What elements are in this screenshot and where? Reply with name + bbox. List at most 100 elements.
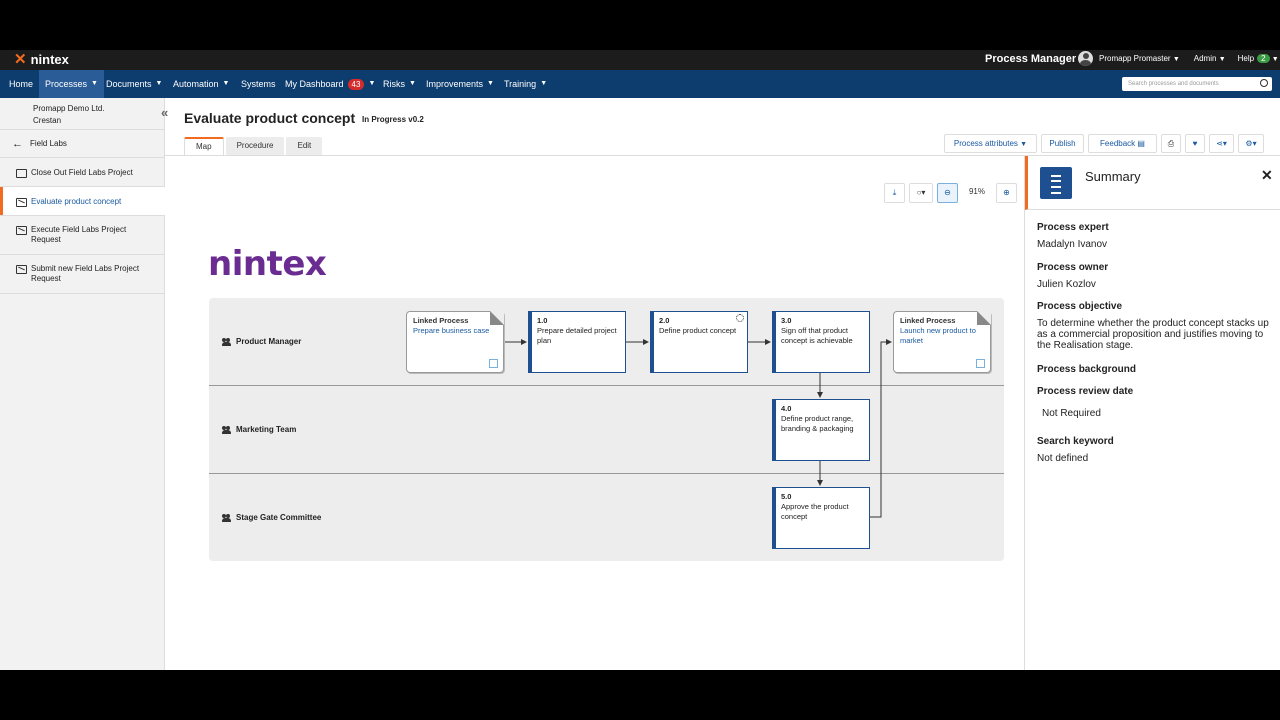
nav-dashboard[interactable]: My Dashboard 43 ▼ bbox=[285, 70, 375, 98]
tab-procedure[interactable]: Procedure bbox=[225, 137, 285, 155]
step-3[interactable]: 3.0 Sign off that product concept is ach… bbox=[772, 311, 870, 373]
org-name: Promapp Demo Ltd. Crestan bbox=[33, 103, 105, 127]
feedback-button[interactable]: Feedback ▤ bbox=[1088, 134, 1157, 153]
sidebar-item-evaluate[interactable]: Evaluate product concept bbox=[0, 187, 165, 216]
process-objective-value: To determine whether the product concept… bbox=[1037, 318, 1269, 351]
process-review-label: Process review date bbox=[1037, 386, 1134, 397]
user-name: Promapp Promaster bbox=[1099, 54, 1171, 63]
automation-gear-icon bbox=[736, 314, 744, 322]
printer-icon: ⎙ bbox=[1167, 139, 1175, 148]
close-icon[interactable]: ✕ bbox=[1261, 167, 1273, 184]
nintex-x-icon: ✕ bbox=[14, 50, 27, 68]
step-text: Define product concept bbox=[659, 326, 737, 335]
dashboard-count-badge: 43 bbox=[347, 78, 365, 90]
share-icon: ⋖▾ bbox=[1216, 139, 1227, 148]
sidebar-item-label: Evaluate product concept bbox=[31, 197, 122, 206]
step-4[interactable]: 4.0 Define product range, branding & pac… bbox=[772, 399, 870, 461]
linked-process-link[interactable]: Launch new product to market bbox=[900, 326, 984, 346]
nav-improvements[interactable]: Improvements ▼ bbox=[426, 70, 494, 98]
share-button[interactable]: ⋖▾ bbox=[1209, 134, 1234, 153]
collapse-sidebar-icon[interactable]: « bbox=[161, 105, 168, 120]
summary-panel: Summary ✕ Process expert Madalyn Ivanov … bbox=[1024, 156, 1280, 670]
admin-menu[interactable]: Admin ▼ bbox=[1194, 54, 1226, 63]
help-menu[interactable]: Help 2 ▼ bbox=[1238, 54, 1279, 63]
brand-name: nintex bbox=[30, 52, 69, 67]
lane-stage-gate: Stage Gate Committee bbox=[222, 513, 321, 522]
favorite-button[interactable]: ♥ bbox=[1185, 134, 1205, 153]
nav-processes[interactable]: Processes ▼ bbox=[39, 70, 104, 98]
step-number: 1.0 bbox=[537, 316, 548, 325]
step-number: 4.0 bbox=[781, 404, 792, 413]
sidebar-item-execute[interactable]: Execute Field Labs Project Request bbox=[0, 216, 165, 255]
document-icon bbox=[1040, 167, 1072, 199]
zoom-out-button[interactable]: ⊖ bbox=[937, 183, 958, 203]
process-icon bbox=[16, 226, 27, 235]
settings-button[interactable]: ⚙▾ bbox=[1238, 134, 1264, 153]
company-logo: nintex bbox=[208, 244, 327, 284]
zoom-level: 91% bbox=[962, 183, 992, 203]
linked-process-end[interactable]: Linked Process Launch new product to mar… bbox=[893, 311, 991, 373]
linked-process-start[interactable]: Linked Process Prepare business case bbox=[406, 311, 504, 373]
users-icon bbox=[222, 513, 232, 522]
nav-risks-label: Risks bbox=[383, 79, 405, 89]
tab-map[interactable]: Map bbox=[184, 137, 224, 155]
search-icon[interactable] bbox=[1260, 79, 1268, 87]
zoom-in-button[interactable]: ⊕ bbox=[996, 183, 1017, 203]
tab-bar: Map Procedure Edit bbox=[184, 137, 323, 155]
nav-training[interactable]: Training ▼ bbox=[504, 70, 547, 98]
nav-documents-label: Documents bbox=[106, 79, 152, 89]
step-5[interactable]: 5.0 Approve the product concept bbox=[772, 487, 870, 549]
nav-automation-label: Automation bbox=[173, 79, 219, 89]
process-expert-value: Madalyn Ivanov bbox=[1037, 239, 1108, 250]
step-1[interactable]: 1.0 Prepare detailed project plan bbox=[528, 311, 626, 373]
highlight-dropdown[interactable]: ○▾ bbox=[909, 183, 933, 203]
expand-icon[interactable] bbox=[976, 359, 985, 368]
nav-automation[interactable]: Automation ▼ bbox=[173, 70, 229, 98]
step-text: Approve the product concept bbox=[781, 502, 849, 521]
nav-systems[interactable]: Systems bbox=[241, 70, 276, 98]
app-title: Process Manager bbox=[985, 53, 1077, 65]
process-icon bbox=[16, 198, 27, 207]
download-button[interactable]: ⤓ bbox=[884, 183, 905, 203]
expand-icon[interactable] bbox=[489, 359, 498, 368]
search-placeholder: Search processes and documents bbox=[1128, 81, 1219, 87]
status-badge: In Progress v0.2 bbox=[362, 115, 424, 124]
nav-risks[interactable]: Risks ▼ bbox=[383, 70, 416, 98]
lane-label: Product Manager bbox=[236, 337, 302, 346]
user-menu-area: Promapp Promaster ▼ Admin ▼ Help 2 ▼ bbox=[1078, 51, 1279, 66]
admin-label: Admin bbox=[1193, 54, 1217, 63]
sidebar-item-submit[interactable]: Submit new Field Labs Project Request bbox=[0, 255, 165, 294]
publish-button[interactable]: Publish bbox=[1041, 134, 1084, 153]
nav-training-label: Training bbox=[504, 79, 537, 89]
nav-systems-label: Systems bbox=[241, 79, 276, 89]
brand-logo[interactable]: ✕ nintex bbox=[14, 50, 69, 68]
chevron-down-icon: ▼ bbox=[91, 80, 98, 87]
nav-documents[interactable]: Documents ▼ bbox=[106, 70, 162, 98]
heart-icon: ♥ bbox=[1192, 139, 1198, 148]
summary-title: Summary bbox=[1085, 169, 1141, 184]
search-input[interactable]: Search processes and documents bbox=[1122, 77, 1272, 91]
print-button[interactable]: ⎙ bbox=[1161, 134, 1181, 153]
chevron-down-icon: ▼ bbox=[487, 80, 494, 87]
linked-process-title: Linked Process bbox=[413, 316, 469, 325]
lane-product-manager: Product Manager bbox=[222, 337, 301, 346]
search-keyword-value: Not defined bbox=[1037, 453, 1089, 464]
process-attributes-label: Process attributes bbox=[953, 139, 1018, 148]
process-attributes-button[interactable]: Process attributes ▼ bbox=[944, 134, 1037, 153]
folder-icon bbox=[16, 169, 27, 178]
linked-process-title: Linked Process bbox=[900, 316, 956, 325]
zoom-in-icon: ⊕ bbox=[1003, 188, 1010, 197]
help-label: Help bbox=[1237, 54, 1255, 63]
nav-home[interactable]: Home bbox=[9, 70, 33, 98]
tab-edit[interactable]: Edit bbox=[286, 137, 323, 155]
linked-process-link[interactable]: Prepare business case bbox=[413, 326, 497, 336]
user-menu[interactable]: Promapp Promaster ▼ bbox=[1099, 54, 1180, 63]
step-2[interactable]: 2.0 Define product concept bbox=[650, 311, 748, 373]
lane-label: Stage Gate Committee bbox=[236, 513, 322, 522]
back-to-group[interactable]: ← Field Labs bbox=[0, 129, 165, 158]
sidebar-item-close-out[interactable]: Close Out Field Labs Project bbox=[0, 158, 165, 187]
summary-header: Summary ✕ bbox=[1025, 156, 1280, 210]
user-avatar-icon[interactable] bbox=[1078, 51, 1093, 66]
nav-improvements-label: Improvements bbox=[426, 79, 484, 89]
gear-icon: ⚙▾ bbox=[1245, 139, 1257, 148]
